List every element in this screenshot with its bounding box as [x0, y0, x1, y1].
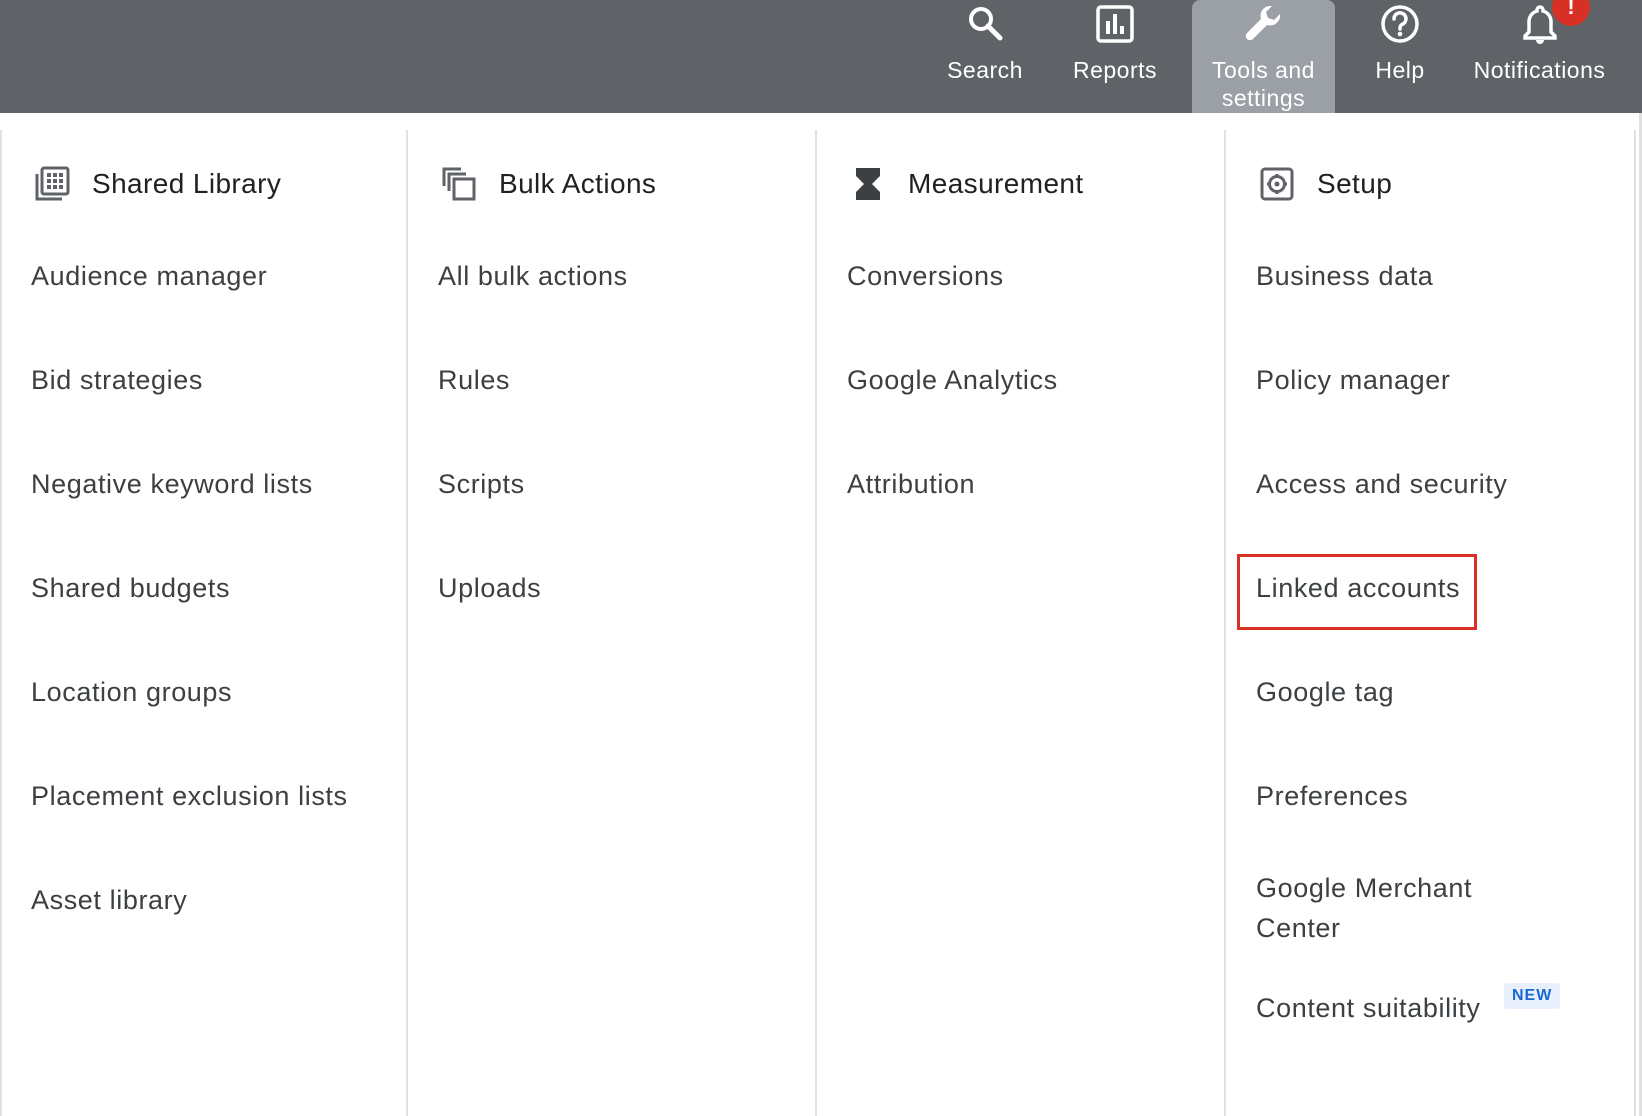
search-label: Search [947, 57, 1023, 83]
copy-icon [439, 164, 479, 204]
content-suitability-link[interactable]: Content suitability [1256, 988, 1481, 1028]
access-and-security-link[interactable]: Access and security [1256, 464, 1508, 504]
help-label: Help [1375, 57, 1425, 83]
conversions-link[interactable]: Conversions [847, 256, 1004, 296]
linked-accounts-link[interactable]: Linked accounts [1256, 568, 1460, 608]
tools-and-settings-label: Tools and settings [1212, 57, 1315, 111]
shared-budgets-link[interactable]: Shared budgets [31, 568, 230, 608]
uploads-link[interactable]: Uploads [438, 568, 541, 608]
measurement-title: Measurement [908, 168, 1084, 199]
audience-manager-link[interactable]: Audience manager [31, 256, 267, 296]
google-merchant-center-link[interactable]: Google Merchant Center [1256, 868, 1516, 948]
rules-link[interactable]: Rules [438, 360, 510, 400]
bulk-actions-title: Bulk Actions [499, 168, 657, 199]
google-analytics-link[interactable]: Google Analytics [847, 360, 1058, 400]
preferences-link[interactable]: Preferences [1256, 776, 1408, 816]
business-data-link[interactable]: Business data [1256, 256, 1433, 296]
shared-library-header: Shared Library [32, 160, 281, 208]
asset-library-link[interactable]: Asset library [31, 880, 187, 920]
reports-label: Reports [1072, 57, 1158, 83]
attribution-link[interactable]: Attribution [847, 464, 975, 504]
scripts-link[interactable]: Scripts [438, 464, 525, 504]
placement-exclusion-lists-link[interactable]: Placement exclusion lists [31, 776, 348, 816]
tools-menu-panel: Shared Library Audience manager Bid stra… [0, 113, 1642, 1116]
hourglass-icon [848, 164, 888, 204]
shared-library-title: Shared Library [92, 168, 282, 199]
negative-keyword-lists-link[interactable]: Negative keyword lists [31, 464, 313, 504]
library-icon [32, 164, 72, 204]
wrench-icon [1242, 2, 1286, 46]
settings-icon [1257, 164, 1297, 204]
measurement-header: Measurement [848, 160, 1084, 208]
reports-icon [1095, 2, 1135, 46]
reports-button[interactable]: Reports [1065, 0, 1165, 113]
setup-column: Setup Business data Policy manager Acces… [1227, 130, 1636, 1116]
all-bulk-actions-link[interactable]: All bulk actions [438, 256, 628, 296]
policy-manager-link[interactable]: Policy manager [1256, 360, 1451, 400]
measurement-column: Measurement Conversions Google Analytics… [818, 130, 1226, 1116]
help-icon [1379, 2, 1421, 46]
bulk-actions-header: Bulk Actions [439, 160, 656, 208]
search-button[interactable]: Search [935, 0, 1035, 113]
notifications-label: Notifications [1473, 57, 1606, 83]
setup-title: Setup [1317, 168, 1393, 199]
bid-strategies-link[interactable]: Bid strategies [31, 360, 203, 400]
help-button[interactable]: Help [1365, 0, 1435, 113]
tools-and-settings-button[interactable]: Tools and settings [1192, 0, 1335, 113]
new-badge: NEW [1504, 983, 1561, 1009]
location-groups-link[interactable]: Location groups [31, 672, 232, 712]
bulk-actions-column: Bulk Actions All bulk actions Rules Scri… [409, 130, 817, 1116]
google-tag-link[interactable]: Google tag [1256, 672, 1394, 712]
setup-header: Setup [1257, 160, 1392, 208]
top-navigation-bar: Search Reports Tools and settings Help !… [0, 0, 1642, 113]
notifications-button[interactable]: ! Notifications [1462, 0, 1617, 113]
search-icon [965, 2, 1005, 46]
shared-library-column: Shared Library Audience manager Bid stra… [0, 130, 408, 1116]
